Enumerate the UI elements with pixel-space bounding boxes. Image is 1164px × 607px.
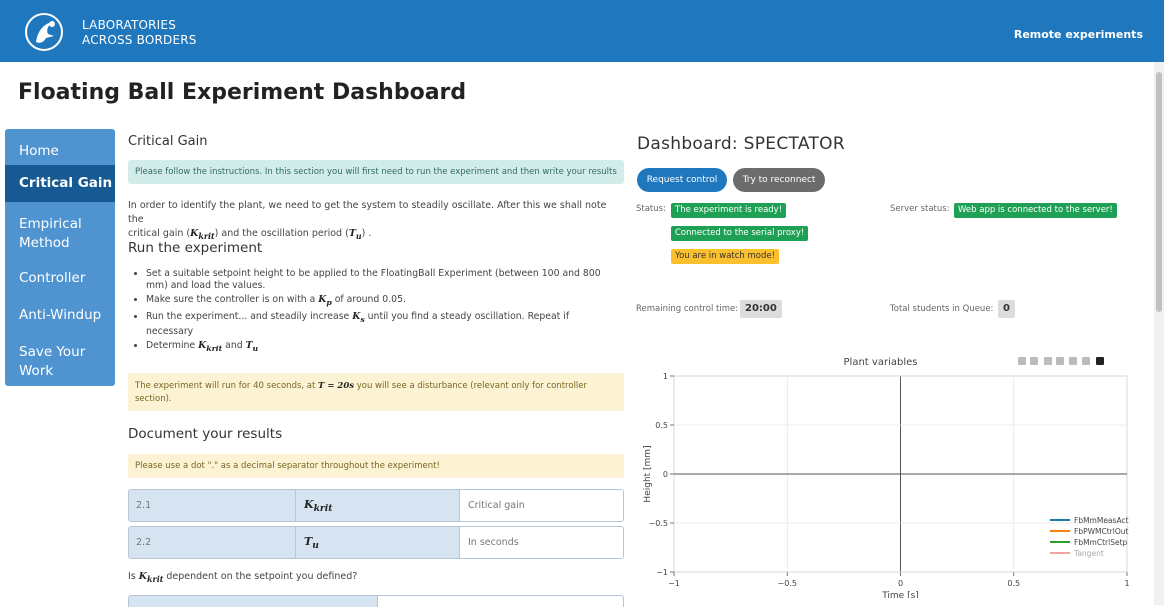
answer-row[interactable] <box>128 595 624 607</box>
document-results-title: Document your results <box>128 426 283 442</box>
sidebar-item-label: Work <box>19 363 54 379</box>
list-item: Make sure the controller is on with a Kp… <box>146 294 624 309</box>
intro-text: ) . <box>361 228 372 239</box>
legend-entry: Tangent <box>1073 549 1104 558</box>
k-krit-symbol: Kkrit <box>190 228 215 241</box>
list-item: Set a suitable setpoint height to be app… <box>146 268 624 292</box>
section-title: Critical Gain <box>128 134 208 149</box>
sidebar-item-label: Method <box>19 235 70 251</box>
modebar-icon[interactable] <box>1082 357 1090 365</box>
y-tick-label: −0.5 <box>649 519 668 528</box>
sidebar-item-empirical-method[interactable]: Empirical Method <box>5 215 115 253</box>
sidebar-item-anti-windup[interactable]: Anti-Windup <box>5 307 115 323</box>
intro-paragraph: In order to identify the plant, we need … <box>128 199 624 244</box>
modebar-icon[interactable] <box>1056 357 1064 365</box>
try-reconnect-button[interactable]: Try to reconnect <box>733 168 825 192</box>
result-id: 2.1 <box>129 490 295 521</box>
top-navbar: LABORATORIES ACROSS BORDERS Remote exper… <box>0 0 1164 62</box>
y-tick-label: 1 <box>663 372 668 381</box>
server-status-label: Server status: <box>890 204 950 214</box>
result-id: 2.2 <box>129 527 295 558</box>
server-status-badge: Web app is connected to the server! <box>954 203 1117 218</box>
sidebar-item-save-your-work[interactable]: Save Your Work <box>5 343 115 381</box>
result-row-2-2: 2.2 Tu In seconds <box>128 526 624 559</box>
status-badge: The experiment is ready! <box>671 203 787 218</box>
status-badge: Connected to the serial proxy! <box>671 226 809 241</box>
sidebar-nav: Home Critical Gain Empirical Method Cont… <box>5 129 115 386</box>
status-badge: You are in watch mode! <box>671 249 780 264</box>
modebar-icon[interactable] <box>1030 357 1038 365</box>
queue-value: 0 <box>998 300 1015 318</box>
y-tick-label: −1 <box>656 568 668 577</box>
answer-cell <box>129 596 377 607</box>
nav-remote-experiments[interactable]: Remote experiments <box>1014 28 1143 41</box>
answer-cell <box>377 596 623 607</box>
instructions-list: Set a suitable setpoint height to be app… <box>128 268 624 357</box>
t-u-symbol: Tu <box>348 228 362 241</box>
legend-entry: FbMmCtrlSetp <box>1074 538 1128 547</box>
brand-name[interactable]: LABORATORIES ACROSS BORDERS <box>82 18 197 48</box>
y-tick-label: 0 <box>663 470 668 479</box>
modebar-icon[interactable] <box>1018 357 1026 365</box>
sidebar-item-label: Empirical <box>19 216 82 232</box>
legend-entry: FbMmMeasAct <box>1074 516 1129 525</box>
run-experiment-title: Run the experiment <box>128 240 263 256</box>
duration-warning-alert: The experiment will run for 40 seconds, … <box>128 373 624 411</box>
list-item: Determine Kkrit and Tu <box>146 340 624 355</box>
x-tick-label: −0.5 <box>778 579 797 588</box>
queue-label: Total students in Queue: <box>890 304 994 314</box>
x-tick-label: 0.5 <box>1007 579 1020 588</box>
sidebar-item-home[interactable]: Home <box>5 143 115 159</box>
y-tick-label: 0.5 <box>655 421 668 430</box>
x-tick-label: −1 <box>668 579 680 588</box>
modebar-icon[interactable] <box>1044 357 1052 365</box>
dashboard-title: Dashboard: SPECTATOR <box>637 134 845 154</box>
setpoint-question: Is Kkrit dependent on the setpoint you d… <box>128 571 358 584</box>
sidebar-item-label: Save Your <box>19 344 86 360</box>
remaining-time-value: 20:00 <box>740 300 782 318</box>
lab-logo-icon[interactable] <box>22 12 66 52</box>
decimal-separator-alert: Please use a dot "." as a decimal separa… <box>128 454 624 478</box>
intro-line: In order to identify the plant, we need … <box>128 200 607 225</box>
result-symbol: Kkrit <box>295 490 459 521</box>
x-tick-label: 1 <box>1124 579 1129 588</box>
sidebar-item-critical-gain[interactable]: Critical Gain <box>5 165 115 202</box>
chart-title: Plant variables <box>844 357 918 368</box>
list-item: Run the experiment... and steadily incre… <box>146 311 624 338</box>
y-axis-label: Height [mm] <box>643 445 653 502</box>
remaining-time-label: Remaining control time: <box>636 304 739 314</box>
intro-text: critical gain ( <box>128 228 191 239</box>
brand-line1: LABORATORIES <box>82 18 177 32</box>
x-tick-label: 0 <box>898 579 903 588</box>
plant-variables-chart[interactable]: Plant variables −1 −0.5 0 0.5 1 1 0.5 0 −0.5 −1 Tim… <box>636 350 1152 598</box>
instructions-alert: Please follow the instructions. In this … <box>128 160 624 184</box>
modebar-icon[interactable] <box>1069 357 1077 365</box>
sidebar-item-controller[interactable]: Controller <box>5 270 115 286</box>
scrollbar-thumb[interactable] <box>1156 72 1162 312</box>
critical-gain-input[interactable]: Critical gain <box>459 490 623 521</box>
result-symbol: Tu <box>295 527 459 558</box>
modebar-icon[interactable] <box>1096 357 1104 365</box>
brand-line2: ACROSS BORDERS <box>82 33 197 47</box>
result-row-2-1: 2.1 Kkrit Critical gain <box>128 489 624 522</box>
x-axis-label: Time [s] <box>881 591 919 598</box>
status-label: Status: <box>636 204 666 214</box>
request-control-button[interactable]: Request control <box>637 168 727 192</box>
legend-entry: FbPWMCtrlOut <box>1074 527 1128 536</box>
page-title: Floating Ball Experiment Dashboard <box>18 80 467 105</box>
intro-text: ) and the oscillation period ( <box>214 228 349 239</box>
period-seconds-input[interactable]: In seconds <box>459 527 623 558</box>
